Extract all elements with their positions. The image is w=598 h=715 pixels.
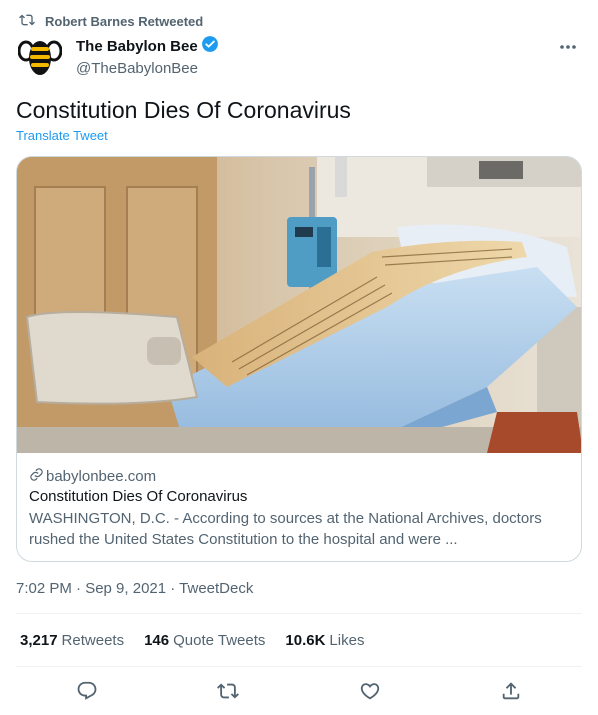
retweet-context-label: Robert Barnes Retweeted: [45, 13, 204, 29]
retweet-button[interactable]: [217, 680, 240, 702]
retweets-stat[interactable]: 3,217 Retweets: [20, 631, 124, 651]
more-options-button[interactable]: [556, 37, 580, 57]
hospital-bed-constitution-image: [17, 157, 581, 457]
likes-count: 10.6K: [285, 632, 326, 649]
tweet-stats: 3,217 Retweets 146 Quote Tweets 10.6K Likes: [20, 631, 384, 651]
translate-tweet-link[interactable]: Translate Tweet: [16, 128, 108, 143]
author-handle[interactable]: @TheBabylonBee: [76, 59, 219, 79]
retweet-icon: [217, 683, 240, 699]
divider: [16, 666, 582, 667]
card-title: Constitution Dies Of Coronavirus: [29, 488, 248, 505]
tweet-text: Constitution Dies Of Coronavirus: [16, 97, 351, 123]
tweet-timestamp[interactable]: 7:02 PM · Sep 9, 2021 · TweetDeck: [16, 579, 253, 599]
card-description: WASHINGTON, D.C. - According to sources …: [29, 510, 542, 548]
share-icon: [503, 682, 520, 700]
card-image[interactable]: [17, 157, 581, 457]
likes-stat[interactable]: 10.6K Likes: [285, 631, 364, 651]
divider: [16, 613, 582, 614]
like-icon: [360, 683, 379, 700]
retweets-label: Retweets: [61, 632, 125, 649]
like-button[interactable]: [359, 680, 381, 702]
retweet-icon: [16, 12, 45, 31]
verified-badge-icon: [198, 35, 219, 59]
link-icon: [29, 467, 46, 486]
retweet-context[interactable]: Robert Barnes Retweeted: [16, 12, 203, 30]
card-domain-row: babylonbee.com: [29, 466, 571, 486]
link-card[interactable]: babylonbee.com Constitution Dies Of Coro…: [16, 156, 582, 562]
retweets-count: 3,217: [20, 632, 58, 649]
quote-tweets-label: Quote Tweets: [173, 632, 266, 649]
quote-tweets-count: 146: [144, 632, 170, 649]
tweet-action-bar: [16, 677, 582, 705]
author-display-name: The Babylon Bee: [76, 38, 198, 55]
quote-tweets-stat[interactable]: 146 Quote Tweets: [144, 631, 265, 651]
likes-label: Likes: [329, 632, 365, 649]
share-button[interactable]: [500, 680, 522, 702]
more-icon: [560, 45, 576, 49]
tweet-author: The Babylon Bee @TheBabylonBee: [16, 33, 582, 81]
reply-button[interactable]: [76, 680, 98, 702]
bee-logo-icon: [18, 40, 62, 75]
reply-icon: [77, 681, 97, 700]
avatar[interactable]: [16, 33, 64, 81]
author-display-name-row[interactable]: The Babylon Bee: [76, 35, 219, 59]
card-domain: babylonbee.com: [46, 467, 157, 485]
